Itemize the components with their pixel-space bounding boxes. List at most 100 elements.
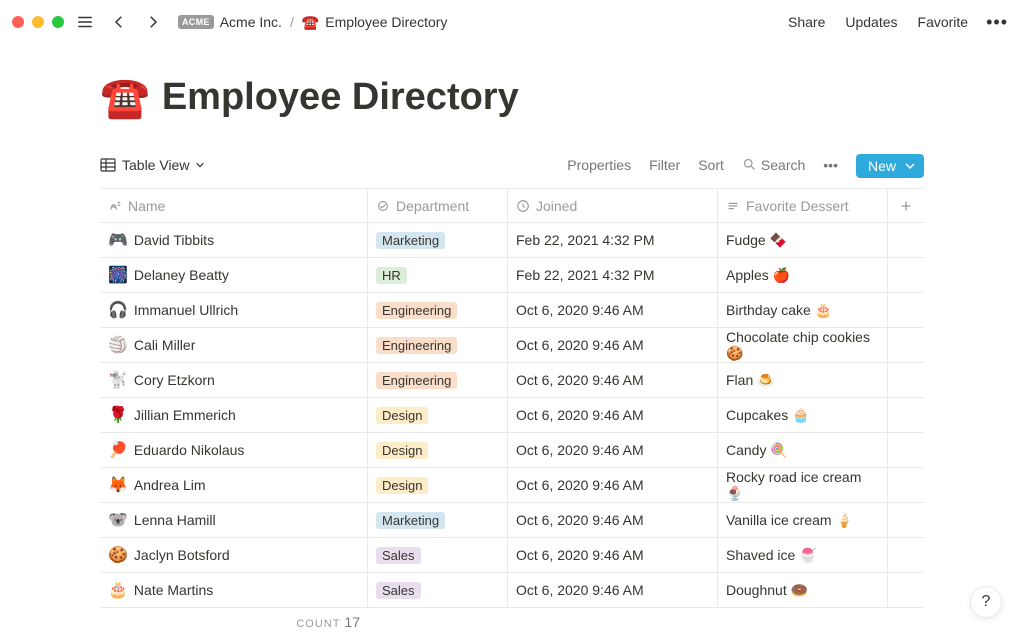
updates-button[interactable]: Updates: [839, 10, 903, 34]
row-icon: 🦊: [108, 475, 128, 495]
text-property-icon: [726, 199, 740, 213]
column-header-name[interactable]: Name: [100, 189, 368, 222]
search-button[interactable]: Search: [742, 157, 805, 181]
count-aggregate[interactable]: COUNT17: [100, 614, 368, 630]
table-row[interactable]: 🎆Delaney BeattyHRFeb 22, 2021 4:32 PMApp…: [100, 258, 924, 293]
joined-cell: Feb 22, 2021 4:32 PM: [508, 223, 718, 257]
department-tag: Engineering: [376, 337, 457, 354]
favorite-cell: Doughnut 🍩: [718, 573, 888, 607]
row-icon: 🎂: [108, 580, 128, 600]
favorite-cell: Flan 🍮: [718, 363, 888, 397]
more-menu-button[interactable]: •••: [982, 12, 1012, 33]
row-icon: 🐩: [108, 370, 128, 390]
minimize-window-button[interactable]: [32, 16, 44, 28]
row-name: Lenna Hamill: [134, 512, 216, 528]
department-tag: Design: [376, 442, 428, 459]
joined-cell: Oct 6, 2020 9:46 AM: [508, 503, 718, 537]
favorite-button[interactable]: Favorite: [912, 10, 975, 34]
joined-cell: Oct 6, 2020 9:46 AM: [508, 538, 718, 572]
joined-cell: Oct 6, 2020 9:46 AM: [508, 468, 718, 502]
page-emoji[interactable]: ☎️: [100, 74, 150, 121]
row-name: Jillian Emmerich: [134, 407, 236, 423]
view-tab-table[interactable]: Table View: [100, 157, 205, 181]
nav-forward-button[interactable]: [140, 11, 166, 33]
chevron-down-icon: [195, 160, 205, 170]
table-row[interactable]: 🏓Eduardo NikolausDesignOct 6, 2020 9:46 …: [100, 433, 924, 468]
favorite-cell: Vanilla ice cream 🍦: [718, 503, 888, 537]
window-controls: [12, 16, 64, 28]
table-row[interactable]: 🐩 Cory Etzkorn Engineering Oct 6, 2020 9:46…: [100, 363, 924, 398]
new-button-label: New: [868, 158, 896, 174]
title-property-icon: [108, 199, 122, 213]
joined-cell: Feb 22, 2021 4:32 PM: [508, 258, 718, 292]
workspace-badge[interactable]: ACME: [178, 15, 214, 29]
row-icon: 🎆: [108, 265, 128, 285]
favorite-cell: Rocky road ice cream 🍨: [718, 468, 888, 502]
department-tag: Marketing: [376, 232, 445, 249]
department-tag: Sales: [376, 547, 421, 564]
favorite-cell: Candy 🍭: [718, 433, 888, 467]
table-row[interactable]: 🏐 Cali Miller Engineering Oct 6, 2020 9:46 …: [100, 328, 924, 363]
column-header-favorite[interactable]: Favorite Dessert: [718, 189, 888, 222]
row-name: Andrea Lim: [134, 477, 206, 493]
row-name: Immanuel Ullrich: [134, 302, 238, 318]
column-header-joined[interactable]: Joined: [508, 189, 718, 222]
row-icon: 🎮: [108, 230, 128, 250]
joined-cell: Oct 6, 2020 9:46 AM: [508, 363, 718, 397]
row-icon: 🏓: [108, 440, 128, 460]
row-icon: 🐨: [108, 510, 128, 530]
favorite-cell: Shaved ice 🍧: [718, 538, 888, 572]
menu-icon[interactable]: [72, 11, 98, 33]
table-row[interactable]: 🌹Jillian EmmerichDesignOct 6, 2020 9:46 …: [100, 398, 924, 433]
table-row[interactable]: 🍪Jaclyn BotsfordSalesOct 6, 2020 9:46 AM…: [100, 538, 924, 573]
workspace-name[interactable]: Acme Inc.: [220, 14, 282, 30]
new-button[interactable]: New: [856, 154, 924, 178]
table-row[interactable]: 🐨Lenna HamillMarketingOct 6, 2020 9:46 A…: [100, 503, 924, 538]
add-column-button[interactable]: [888, 189, 924, 222]
row-name: Delaney Beatty: [134, 267, 229, 283]
favorite-cell: Chocolate chip cookies 🍪: [718, 328, 888, 362]
view-tab-label: Table View: [122, 157, 189, 173]
table-row[interactable]: 🎂 Nate Martins Sales Oct 6, 2020 9:46 AMDou…: [100, 573, 924, 608]
maximize-window-button[interactable]: [52, 16, 64, 28]
share-button[interactable]: Share: [782, 10, 831, 34]
joined-cell: Oct 6, 2020 9:46 AM: [508, 573, 718, 607]
department-tag: Engineering: [376, 372, 457, 389]
row-name: Cali Miller: [134, 337, 195, 353]
row-icon: 🎧: [108, 300, 128, 320]
topbar: ACME Acme Inc. / ☎️ Employee Directory S…: [0, 0, 1024, 44]
properties-button[interactable]: Properties: [567, 157, 631, 181]
joined-cell: Oct 6, 2020 9:46 AM: [508, 328, 718, 362]
help-button[interactable]: ?: [970, 586, 1002, 618]
table-footer: COUNT17: [100, 608, 924, 630]
sort-button[interactable]: Sort: [698, 157, 724, 181]
more-options-button[interactable]: •••: [823, 157, 838, 181]
database-toolbar: Table View Properties Filter Sort Search…: [100, 149, 924, 189]
page-name-crumb[interactable]: Employee Directory: [325, 14, 447, 30]
favorite-cell: Cupcakes 🧁: [718, 398, 888, 432]
favorite-cell: Apples 🍎: [718, 258, 888, 292]
table-row[interactable]: 🎧 Immanuel Ullrich Engineering Oct 6, 2020 …: [100, 293, 924, 328]
row-name: Cory Etzkorn: [134, 372, 215, 388]
close-window-button[interactable]: [12, 16, 24, 28]
nav-back-button[interactable]: [106, 11, 132, 33]
database-table: Name Department Joined Favorite Dessert …: [100, 189, 924, 630]
table-body: 🎮 David Tibbits Marketing Feb 22, 2021 4:32…: [100, 223, 924, 608]
row-icon: 🏐: [108, 335, 128, 355]
favorite-cell: Fudge 🍫: [718, 223, 888, 257]
department-tag: Design: [376, 477, 428, 494]
column-header-department[interactable]: Department: [368, 189, 508, 222]
department-tag: Sales: [376, 582, 421, 599]
filter-button[interactable]: Filter: [649, 157, 680, 181]
row-name: Nate Martins: [134, 582, 213, 598]
page-title[interactable]: Employee Directory: [162, 76, 519, 119]
search-label: Search: [761, 157, 805, 173]
row-name: David Tibbits: [134, 232, 214, 248]
table-row[interactable]: 🦊 Andrea Lim Design Oct 6, 2020 9:46 AMRock…: [100, 468, 924, 503]
joined-cell: Oct 6, 2020 9:46 AM: [508, 293, 718, 327]
table-row[interactable]: 🎮 David Tibbits Marketing Feb 22, 2021 4:32…: [100, 223, 924, 258]
breadcrumb-separator: /: [290, 14, 294, 30]
row-icon: 🌹: [108, 405, 128, 425]
department-tag: Engineering: [376, 302, 457, 319]
joined-cell: Oct 6, 2020 9:46 AM: [508, 398, 718, 432]
